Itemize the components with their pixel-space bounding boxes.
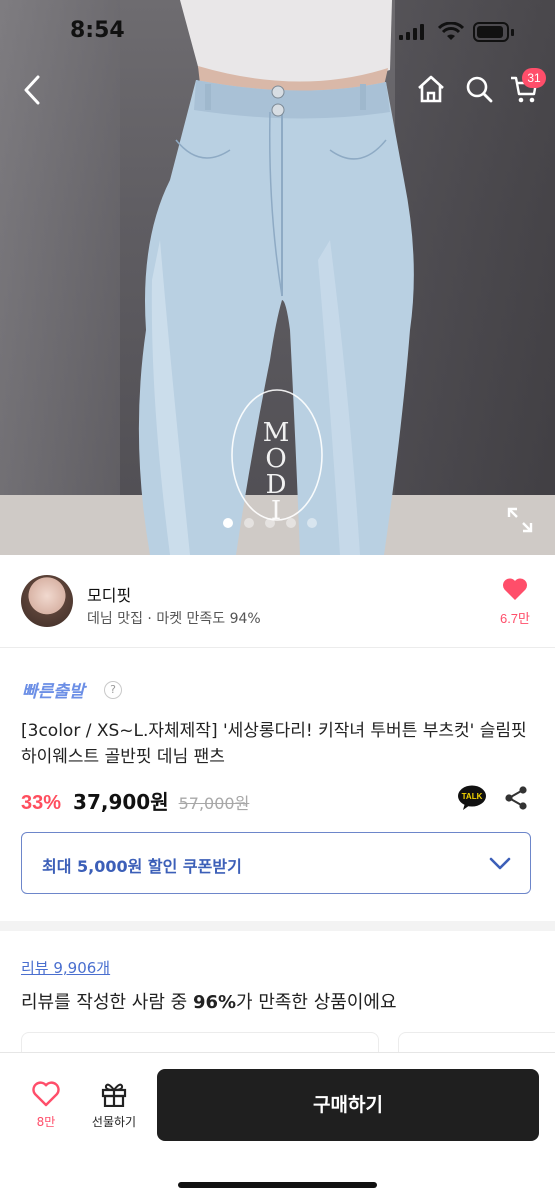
expand-icon[interactable] xyxy=(505,505,535,535)
share-icon xyxy=(505,786,527,810)
status-bar: 8:54 xyxy=(0,0,555,64)
wifi-icon xyxy=(438,22,464,40)
gift-label: 선물하기 xyxy=(91,1115,137,1129)
battery-cap xyxy=(511,29,514,36)
price-row: 33% 37,900원 57,000원 xyxy=(21,786,249,814)
fast-shipping-help-icon[interactable]: ? xyxy=(104,681,122,699)
back-button[interactable] xyxy=(14,70,50,110)
carousel-dot[interactable] xyxy=(307,518,317,528)
discount-rate: 33% xyxy=(21,792,62,814)
review-summary-prefix: 리뷰를 작성한 사람 중 xyxy=(21,992,193,1013)
home-button[interactable] xyxy=(412,70,450,108)
bottom-action-bar: 8만 선물하기 구매하기 xyxy=(0,1052,555,1200)
section-separator xyxy=(0,921,555,931)
seller-name[interactable]: 모디핏 xyxy=(87,582,131,606)
gift-button[interactable]: 선물하기 xyxy=(82,1081,146,1130)
kakaotalk-icon: TALK xyxy=(458,785,486,810)
cellular-signal-icon xyxy=(399,24,424,40)
kakaotalk-label: TALK xyxy=(462,792,483,801)
heart-icon xyxy=(32,1081,60,1107)
seller-row[interactable]: 모디핏 데님 맛집 · 마켓 만족도 94% 6.7만 xyxy=(0,555,555,647)
kakaotalk-button[interactable]: TALK xyxy=(457,785,487,811)
search-button[interactable] xyxy=(460,70,498,108)
home-icon xyxy=(418,75,444,103)
product-title: [3color / XS~L.자체제작] '세상롱다리! 키작녀 투버튼 부츠컷… xyxy=(21,721,527,767)
coupon-button[interactable]: 최대 5,000원 할인 쿠폰받기 xyxy=(21,832,531,894)
heart-icon xyxy=(502,578,528,600)
brand-watermark: MODI xyxy=(247,420,307,524)
home-indicator xyxy=(178,1182,377,1188)
review-summary-suffix: 가 만족한 상품이에요 xyxy=(236,992,397,1013)
fast-shipping-label: 빠른출발 xyxy=(22,682,85,702)
battery-icon xyxy=(473,22,509,42)
carousel-indicator xyxy=(223,518,317,528)
back-icon xyxy=(24,75,40,105)
wishlist-count: 8만 xyxy=(36,1115,56,1129)
search-icon xyxy=(466,76,493,103)
divider xyxy=(0,647,555,648)
buy-button[interactable]: 구매하기 xyxy=(157,1069,539,1141)
cart-count-badge: 31 xyxy=(522,68,546,88)
wishlist-button[interactable]: 8만 xyxy=(24,1081,68,1130)
carousel-dot[interactable] xyxy=(244,518,254,528)
carousel-dot[interactable] xyxy=(286,518,296,528)
sale-price: 37,900원 xyxy=(73,790,169,814)
chevron-down-icon xyxy=(489,857,511,870)
seller-like-count: 6.7만 xyxy=(499,611,531,626)
status-time: 8:54 xyxy=(70,18,125,43)
seller-avatar[interactable] xyxy=(21,575,73,627)
review-summary: 리뷰를 작성한 사람 중 96%가 만족한 상품이에요 xyxy=(21,988,397,1014)
share-button[interactable] xyxy=(503,785,529,811)
review-count-link[interactable]: 리뷰 9,906개 xyxy=(21,957,110,978)
review-satisfaction-percent: 96% xyxy=(192,992,237,1013)
carousel-dot[interactable] xyxy=(265,518,275,528)
seller-like-button[interactable]: 6.7만 xyxy=(490,577,540,627)
brand-watermark-text: MODI xyxy=(262,418,292,526)
seller-meta: 데님 맛집 · 마켓 만족도 94% xyxy=(87,611,261,627)
gift-icon xyxy=(101,1083,127,1108)
carousel-dot[interactable] xyxy=(223,518,233,528)
original-price: 57,000원 xyxy=(178,794,250,813)
coupon-label: 최대 5,000원 할인 쿠폰받기 xyxy=(42,857,242,876)
